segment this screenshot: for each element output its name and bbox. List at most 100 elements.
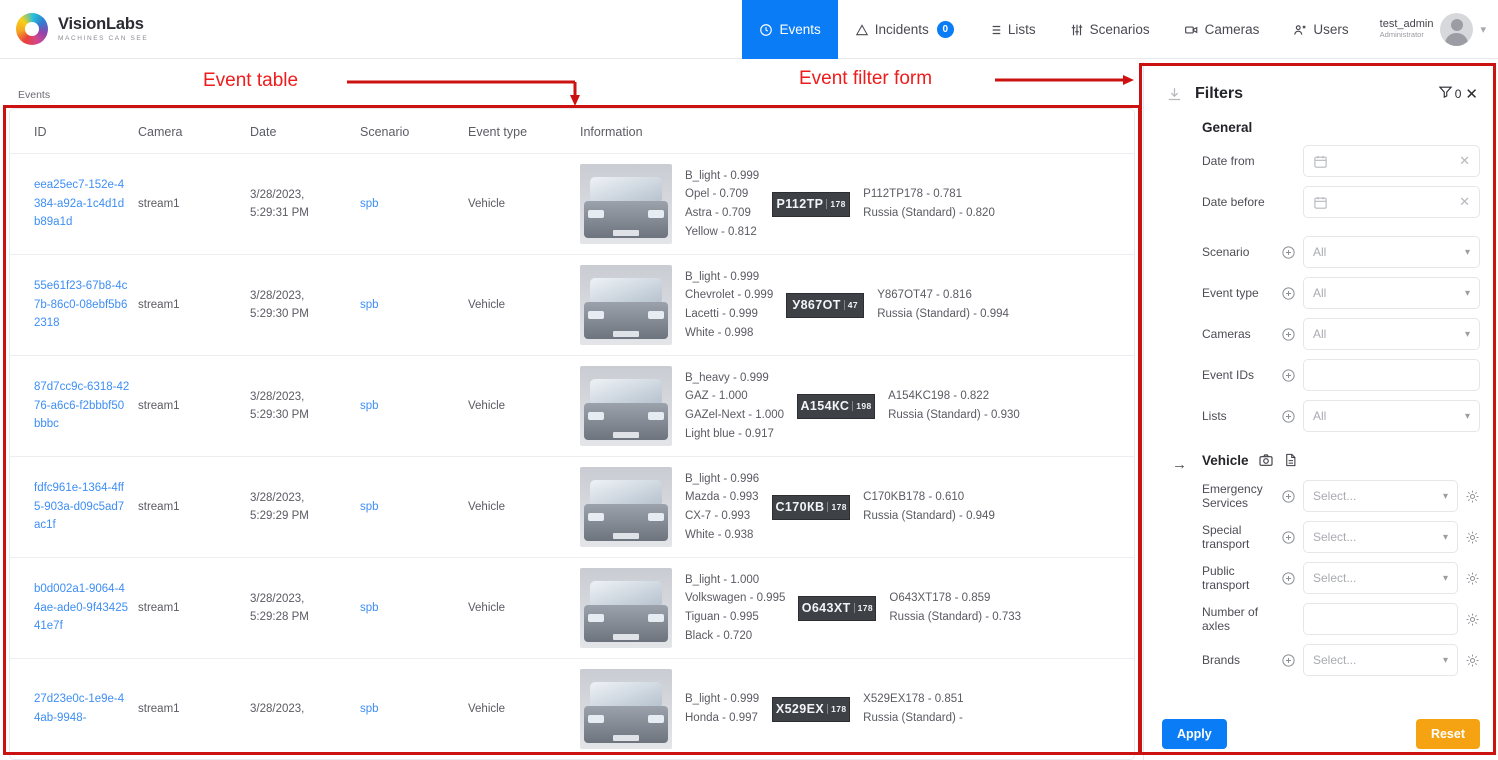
scenario-link[interactable]: spb (360, 299, 379, 311)
scenario-link[interactable]: spb (360, 501, 379, 513)
date-before-input[interactable]: ✕ (1303, 186, 1480, 218)
add-lists-icon[interactable] (1281, 409, 1296, 424)
photo-icon[interactable] (1258, 452, 1274, 468)
event-table-body: eea25ec7-152e-4384-a92a-1c4d1db89a1d stre… (10, 153, 1134, 759)
vehicle-thumbnail[interactable] (580, 669, 672, 749)
gear-icon[interactable] (1465, 653, 1480, 668)
license-plate-image[interactable]: У867ОТ 47 (786, 292, 865, 318)
event-id-link[interactable]: fdfc961e-1364-4ff5-903a-d09c5ad7ac1f (34, 482, 124, 532)
license-plate-image[interactable]: Р112ТР 178 (772, 191, 851, 217)
top-navigation-bar: VisionLabs MACHINES CAN SEE Events Incid… (0, 0, 1498, 59)
cell-id: b0d002a1-9064-44ae-ade0-9f4342541e7f (10, 557, 138, 659)
chevron-down-icon: ▾ (1464, 328, 1470, 340)
vehicle-thumbnail[interactable] (580, 164, 672, 244)
cell-id: eea25ec7-152e-4384-a92a-1c4d1db89a1d (10, 153, 138, 255)
reset-button[interactable]: Reset (1415, 719, 1480, 749)
public-transport-select[interactable]: Select... ▾ (1303, 562, 1458, 594)
col-header-id[interactable]: ID (10, 109, 138, 154)
add-public-transport-icon[interactable] (1281, 571, 1296, 586)
download-icon[interactable] (1166, 86, 1183, 103)
scenario-link[interactable]: spb (360, 198, 379, 210)
license-plate-image[interactable]: А154КС 198 (797, 393, 876, 419)
event-type-select[interactable]: All ▾ (1303, 277, 1480, 309)
filter-row-date-from: Date from ✕ (1166, 145, 1480, 177)
vehicle-thumbnail[interactable] (580, 467, 672, 547)
add-cameras-icon[interactable] (1281, 327, 1296, 342)
gear-icon[interactable] (1465, 571, 1480, 586)
active-filter-count: 0 (1454, 87, 1462, 101)
vehicle-thumbnail[interactable] (580, 568, 672, 648)
clear-date-before-icon[interactable]: ✕ (1459, 194, 1470, 210)
col-header-information[interactable]: Information (580, 109, 1134, 154)
add-event-type-icon[interactable] (1281, 286, 1296, 301)
col-header-eventtype[interactable]: Event type (468, 109, 580, 154)
event-id-link[interactable]: 27d23e0c-1e9e-44ab-9948- (34, 693, 124, 724)
scenario-link[interactable]: spb (360, 602, 379, 614)
close-icon[interactable]: ✕ (1465, 87, 1478, 102)
license-plate-info: P112TP178 - 0.781 Russia (Standard) - 0.8… (863, 185, 995, 222)
chevron-down-icon[interactable]: ▾ (1480, 23, 1486, 36)
filter-row-emergency-services: Emergency Services Select... ▾ (1166, 480, 1480, 512)
emergency-services-select[interactable]: Select... ▾ (1303, 480, 1458, 512)
document-icon[interactable] (1283, 452, 1298, 468)
gear-icon[interactable] (1465, 489, 1480, 504)
attribute-line: B_light - 0.996 (685, 472, 760, 485)
funnel-icon[interactable] (1438, 84, 1453, 104)
event-id-link[interactable]: 87d7cc9c-6318-4276-a6c6-f2bbbf50bbbc (34, 381, 129, 431)
chevron-down-icon: ▾ (1442, 490, 1448, 502)
event-table-header: ID Camera Date Scenario Event type Infor… (10, 109, 1134, 154)
cell-camera: stream1 (138, 153, 250, 255)
chevron-down-icon: ▾ (1442, 572, 1448, 584)
nav-item-scenarios[interactable]: Scenarios (1053, 0, 1167, 59)
vehicle-thumbnail[interactable] (580, 265, 672, 345)
clear-date-from-icon[interactable]: ✕ (1459, 153, 1470, 169)
license-plate-image[interactable]: О643ХТ 178 (798, 595, 877, 621)
nav-item-lists[interactable]: Lists (971, 0, 1053, 59)
gear-icon[interactable] (1465, 530, 1480, 545)
event-ids-input[interactable] (1303, 359, 1480, 391)
filter-row-cameras: Cameras All ▾ (1166, 318, 1480, 350)
license-plate-image[interactable]: С170КВ 178 (772, 494, 851, 520)
plate-line: Russia (Standard) - 0.930 (888, 409, 1020, 421)
add-scenario-icon[interactable] (1281, 245, 1296, 260)
add-special-transport-icon[interactable] (1281, 530, 1296, 545)
special-transport-select[interactable]: Select... ▾ (1303, 521, 1458, 553)
cell-scenario: spb (360, 658, 468, 759)
col-header-date[interactable]: Date (250, 109, 360, 154)
nav-item-cameras[interactable]: Cameras (1167, 0, 1277, 59)
cameras-select[interactable]: All ▾ (1303, 318, 1480, 350)
nav-item-incidents[interactable]: Incidents 0 (838, 0, 971, 59)
event-id-link[interactable]: 55e61f23-67b8-4c7b-86c0-08ebf5b62318 (34, 280, 127, 330)
scenario-select[interactable]: All ▾ (1303, 236, 1480, 268)
nav-item-events[interactable]: Events (742, 0, 838, 59)
event-id-link[interactable]: b0d002a1-9064-44ae-ade0-9f4342541e7f (34, 583, 128, 633)
brand-logo[interactable]: VisionLabs MACHINES CAN SEE (0, 0, 148, 58)
information-row: B_light - 1.000 Volkswagen - 0.995 Tiguan … (580, 568, 1134, 648)
chevron-down-icon: ▾ (1464, 287, 1470, 299)
vehicle-attributes: B_heavy - 0.999 GAZ - 1.000 GAZel-Next - 1… (685, 369, 784, 444)
scenario-link[interactable]: spb (360, 400, 379, 412)
add-event-ids-icon[interactable] (1281, 368, 1296, 383)
cell-information: B_light - 0.996 Mazda - 0.993 CX-7 - 0.993… (580, 456, 1134, 558)
label-scenario: Scenario (1202, 244, 1250, 259)
scenario-link[interactable]: spb (360, 703, 379, 715)
gear-icon[interactable] (1465, 612, 1480, 627)
add-emergency-services-icon[interactable] (1281, 489, 1296, 504)
cell-date: 3/28/2023, 5:29:31 PM (250, 153, 360, 255)
event-id-link[interactable]: eea25ec7-152e-4384-a92a-1c4d1db89a1d (34, 179, 124, 229)
lists-value: All (1313, 409, 1327, 423)
lists-select[interactable]: All ▾ (1303, 400, 1480, 432)
nav-item-users[interactable]: Users (1276, 0, 1365, 59)
plate-line: Russia (Standard) - 0.733 (889, 611, 1022, 623)
number-of-axles-input[interactable] (1303, 603, 1458, 635)
brands-select[interactable]: Select... ▾ (1303, 644, 1458, 676)
user-profile-menu[interactable]: test_admin Administrator ▾ (1366, 0, 1498, 58)
date-from-input[interactable]: ✕ (1303, 145, 1480, 177)
vehicle-thumbnail[interactable] (580, 366, 672, 446)
license-plate-image[interactable]: Х529ЕХ 178 (772, 696, 851, 722)
expand-arrow-icon[interactable]: → (1172, 456, 1187, 473)
apply-button[interactable]: Apply (1162, 719, 1227, 749)
col-header-scenario[interactable]: Scenario (360, 109, 468, 154)
col-header-camera[interactable]: Camera (138, 109, 250, 154)
add-brands-icon[interactable] (1281, 653, 1296, 668)
